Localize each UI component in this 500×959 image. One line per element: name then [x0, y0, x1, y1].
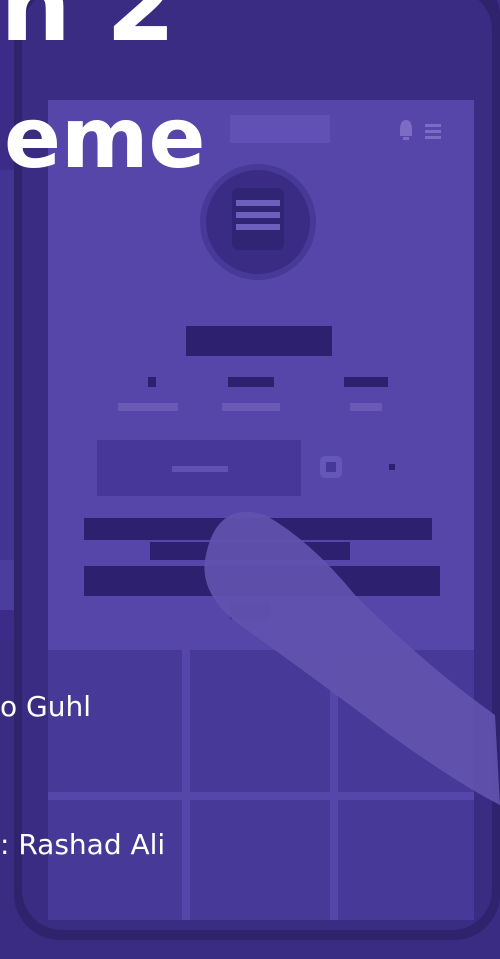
- credit-line-2: : Rashad Ali: [0, 828, 166, 861]
- title-line-2: eme: [4, 89, 206, 187]
- credit-line-1: o Guhl: [0, 690, 91, 723]
- title-line-1: n 2: [0, 0, 176, 64]
